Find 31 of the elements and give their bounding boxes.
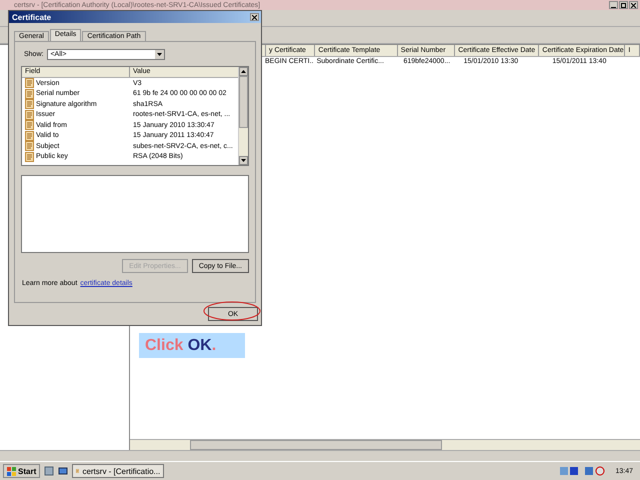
tray-icons-drawing[interactable] — [559, 466, 608, 476]
restore-button[interactable] — [619, 1, 628, 9]
detail-text-box[interactable] — [21, 175, 249, 253]
desktop-icon[interactable] — [58, 466, 68, 476]
taskbar-button[interactable]: certsrv - [Certificatio... — [72, 464, 164, 478]
vertical-scrollbar[interactable] — [238, 67, 248, 165]
close-button[interactable] — [250, 13, 259, 21]
document-icon — [25, 120, 34, 130]
dialog-title: Certificate — [12, 12, 52, 22]
up-arrow-icon — [241, 70, 246, 73]
document-icon — [25, 78, 34, 88]
document-icon — [76, 466, 80, 476]
highlight-ellipse-overlay — [203, 301, 261, 321]
close-icon — [252, 14, 257, 20]
server-icon[interactable] — [44, 466, 54, 476]
document-icon — [25, 130, 34, 141]
start-button[interactable]: Start — [3, 464, 40, 478]
down-arrow-icon — [241, 159, 246, 162]
callout-text: Click OK. — [145, 336, 216, 354]
close-icon — [631, 2, 636, 8]
flag-icon — [7, 466, 16, 476]
restore-icon — [621, 2, 626, 8]
document-icon — [25, 88, 34, 99]
document-icon — [25, 110, 34, 120]
close-button[interactable] — [629, 1, 638, 9]
down-arrow-icon — [157, 53, 162, 56]
document-icon — [25, 141, 34, 152]
minimize-button[interactable] — [609, 1, 618, 9]
document-icon — [25, 152, 34, 162]
horizontal-scrollbar[interactable] — [130, 439, 640, 450]
document-icon — [25, 99, 34, 110]
